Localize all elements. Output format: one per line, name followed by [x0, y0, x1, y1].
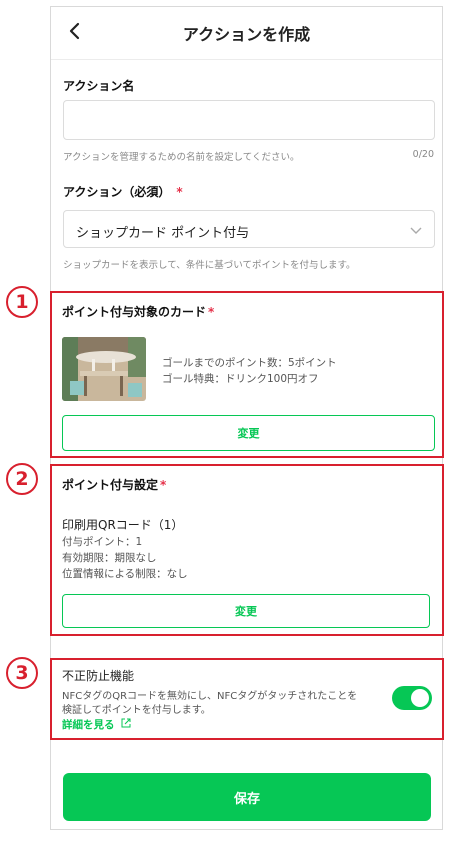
highlight-box-card: ポイント付与対象のカード * ゴールまでのポイント数：5ポイント ゴール特典：ドリ…: [50, 291, 444, 458]
details-link[interactable]: 詳細を見る: [62, 717, 131, 732]
card-label: ポイント付与対象のカード *: [62, 303, 214, 320]
highlight-box-point-settings: ポイント付与設定 * 印刷用QRコード（1） 付与ポイント：1 有効期限：期限なし…: [50, 464, 444, 636]
card-thumbnail: [62, 337, 146, 401]
fraud-desc-line2: 検証してポイントを付与します。: [62, 705, 211, 716]
highlight-box-fraud: 不正防止機能 NFCタグのQRコードを無効にし、NFCタグがタッチされたことを …: [50, 658, 444, 740]
location-limit: 位置情報による制限：なし: [62, 568, 188, 580]
action-name-label: アクション名: [63, 79, 135, 93]
action-name-counter: 0/20: [412, 149, 434, 160]
cafe-image: [62, 337, 146, 401]
annotation-number-1: 1: [6, 286, 38, 318]
fraud-toggle[interactable]: [392, 686, 432, 710]
point-settings-change-button[interactable]: 変更: [62, 594, 430, 628]
phone-frame: アクションを作成 アクション名 アクションを管理するための名前を設定してください…: [50, 6, 444, 830]
required-mark: *: [160, 478, 167, 492]
action-type-help: ショップカードを表示して、条件に基づいてポイントを付与します。: [63, 260, 356, 271]
card-label-text: ポイント付与対象のカード: [62, 305, 207, 319]
action-type-label-text: アクション（必須）: [63, 185, 171, 199]
action-type-select[interactable]: ショップカード ポイント付与: [63, 210, 435, 248]
external-link-icon: [121, 718, 131, 728]
action-type-selected: ショップカード ポイント付与: [76, 226, 250, 241]
card-change-button[interactable]: 変更: [62, 415, 435, 451]
point-settings-label-text: ポイント付与設定: [62, 478, 159, 492]
qr-title: 印刷用QRコード（1）: [62, 518, 184, 532]
annotation-1-text: 1: [15, 291, 29, 313]
annotation-number-3: 3: [6, 657, 38, 689]
action-name-help: アクションを管理するための名前を設定してください。: [63, 152, 300, 163]
annotation-2-text: 2: [15, 468, 29, 490]
chevron-down-icon: [410, 227, 422, 234]
page-title: アクションを作成: [182, 25, 311, 44]
goal-reward: ゴール特典：ドリンク100円オフ: [162, 373, 319, 385]
save-button[interactable]: 保存: [63, 773, 431, 821]
expiry: 有効期限：期限なし: [62, 552, 157, 564]
header: アクションを作成: [51, 7, 442, 60]
fraud-label: 不正防止機能: [62, 669, 135, 683]
toggle-knob: [411, 689, 429, 707]
point-amount: 付与ポイント：1: [62, 536, 143, 548]
action-type-label: アクション（必須） *: [63, 183, 183, 200]
annotation-number-2: 2: [6, 463, 38, 495]
required-mark: *: [176, 185, 183, 199]
details-link-text: 詳細を見る: [62, 719, 115, 731]
required-mark: *: [208, 305, 215, 319]
action-name-input[interactable]: [63, 100, 435, 140]
point-settings-label: ポイント付与設定 *: [62, 476, 166, 493]
annotation-3-text: 3: [15, 662, 29, 684]
goal-points: ゴールまでのポイント数：5ポイント: [162, 357, 337, 369]
fraud-desc-line1: NFCタグのQRコードを無効にし、NFCタグがタッチされたことを: [62, 691, 358, 702]
